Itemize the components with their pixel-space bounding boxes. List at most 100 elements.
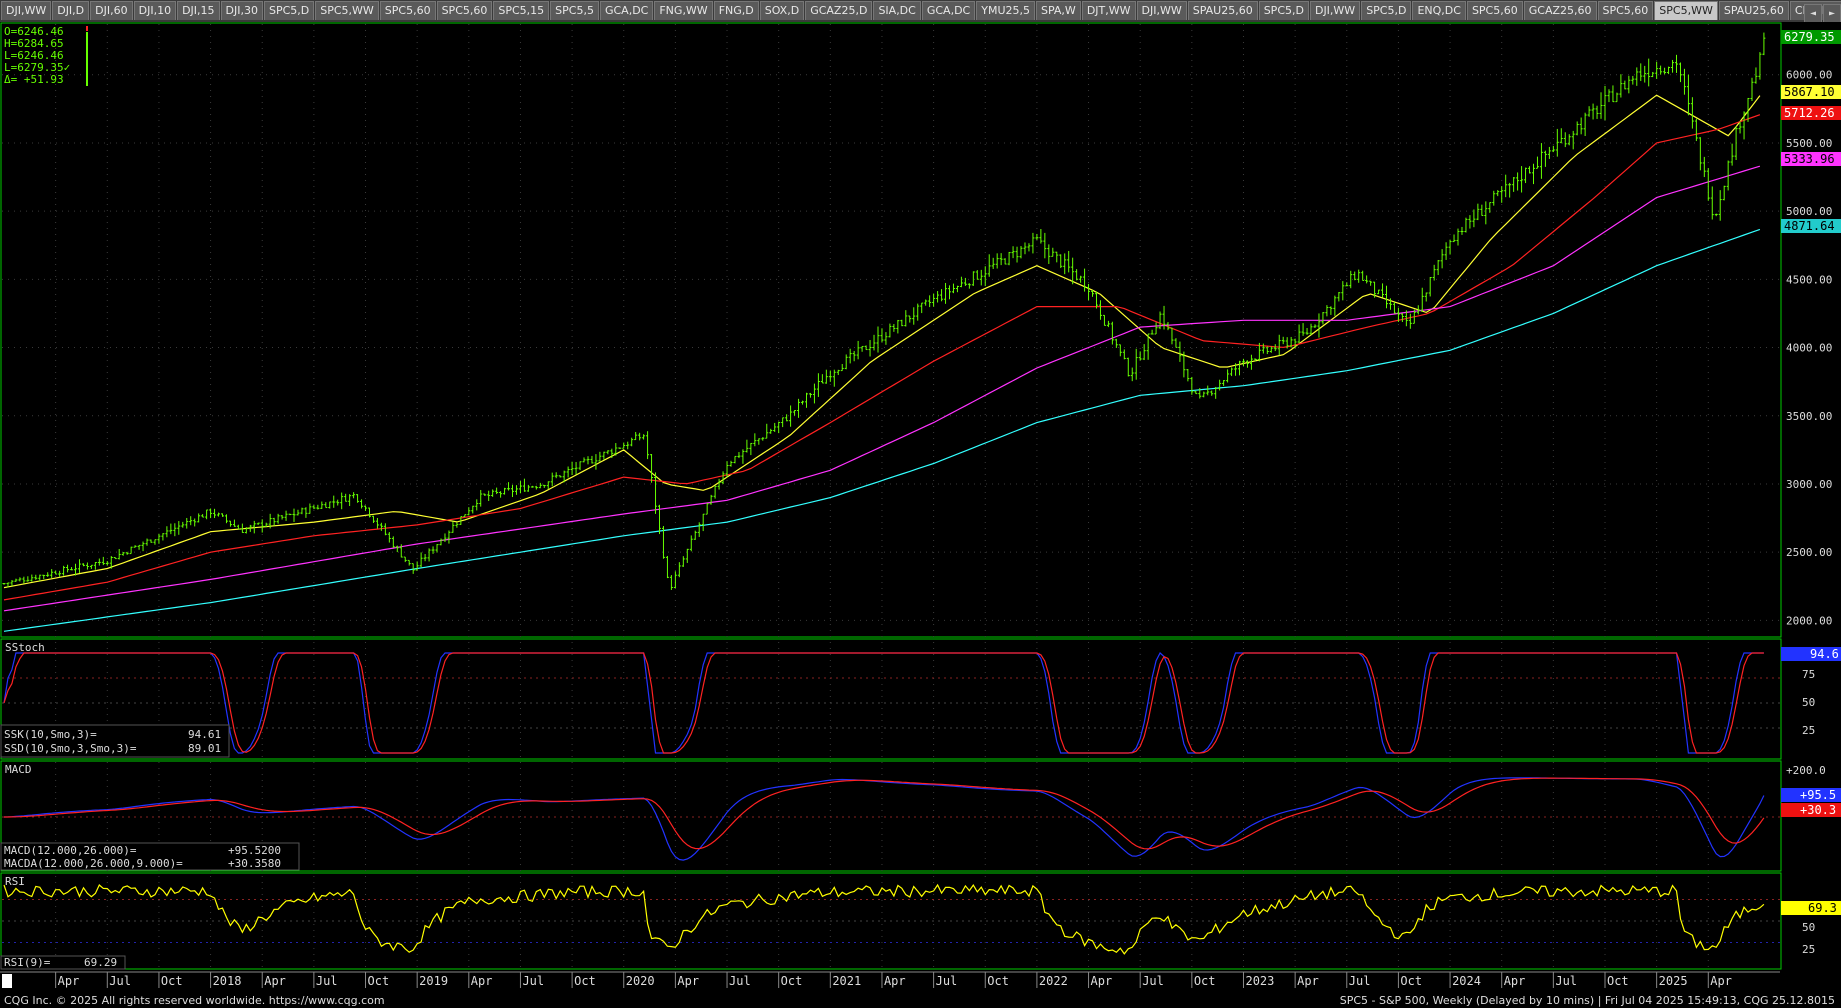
tab-17[interactable]: SIA,DC: [873, 1, 921, 20]
time-axis-label: Oct: [574, 974, 596, 988]
time-axis-label: 2020: [626, 974, 655, 988]
badge-ma3: 5333.96: [1784, 152, 1835, 166]
rsi-axis-50: 50: [1802, 921, 1815, 934]
price-chart[interactable]: 6000.00 5500.00 5000.00 4500.00 4000.00 3500.…: [0, 22, 1841, 994]
tab-3[interactable]: DJI,10: [133, 1, 177, 20]
time-axis-label: Apr: [1710, 974, 1732, 988]
tab-31[interactable]: SPC5,WW: [1654, 1, 1718, 20]
time-axis-label: Apr: [677, 974, 699, 988]
time-axis-label: Jul: [936, 974, 958, 988]
tab-13[interactable]: FNG,WW: [654, 1, 713, 20]
time-axis-label: Oct: [1607, 974, 1629, 988]
time-axis-label: Apr: [58, 974, 80, 988]
time-axis-label: Jul: [1349, 974, 1371, 988]
tab-1[interactable]: DJI,D: [52, 1, 90, 20]
badge-ma4: 4871.64: [1784, 219, 1835, 233]
time-axis-label: Apr: [471, 974, 493, 988]
tab-scroll-controls: ◄ ►: [1803, 1, 1841, 22]
time-axis-label: 2024: [1452, 974, 1481, 988]
ssd-value: 89.01: [188, 742, 221, 755]
tab-2[interactable]: DJI,60: [90, 1, 133, 20]
tab-22[interactable]: DJI,WW: [1136, 1, 1187, 20]
ssk-label: SSK(10,Smo,3)=: [4, 728, 97, 741]
tab-28[interactable]: SPC5,60: [1466, 1, 1523, 20]
time-axis-label: 2021: [832, 974, 861, 988]
time-axis-label: Oct: [161, 974, 183, 988]
tab-7[interactable]: SPC5,WW: [315, 1, 379, 20]
sstoch-axis-25: 25: [1802, 724, 1815, 737]
rsi-badge: 69.3: [1808, 901, 1837, 915]
tab-5[interactable]: DJI,30: [220, 1, 263, 20]
tab-23[interactable]: SPAU25,60: [1187, 1, 1258, 20]
status-footer: CQG Inc. © 2025 All rights reserved worl…: [0, 994, 1841, 1008]
time-axis-label: Jul: [1555, 974, 1577, 988]
tab-9[interactable]: SPC5,60: [436, 1, 493, 20]
tab-32[interactable]: SPAU25,60: [1718, 1, 1789, 20]
tab-14[interactable]: FNG,D: [713, 1, 759, 20]
tab-30[interactable]: SPC5,60: [1597, 1, 1654, 20]
chart-tab-bar: DJI,WW DJI,D DJI,60 DJI,10 DJI,15 DJI,30 SPC5,…: [0, 0, 1841, 23]
price-axis-label: 3500.00: [1786, 410, 1832, 423]
price-axis-label: 3000.00: [1786, 478, 1832, 491]
time-axis-label: 2018: [213, 974, 242, 988]
time-axis-label: 2022: [1039, 974, 1068, 988]
macda-value: +30.3580: [228, 857, 281, 870]
ssk-value: 94.61: [188, 728, 221, 741]
time-axis-label: Apr: [1091, 974, 1113, 988]
tab-16[interactable]: GCAZ25,D: [805, 1, 873, 20]
macd-badge-2: +30.3: [1800, 803, 1836, 817]
ohlc-delta: Δ= +51.93: [4, 73, 64, 86]
ssd-label: SSD(10,Smo,3,Smo,3)=: [4, 742, 137, 755]
tab-21[interactable]: DJT,WW: [1081, 1, 1136, 20]
price-axis-label: 4500.00: [1786, 273, 1832, 286]
time-axis-label: Jul: [522, 974, 544, 988]
badge-last: 6279.35: [1784, 30, 1835, 44]
tab-18[interactable]: GCA,DC: [921, 1, 976, 20]
time-axis-label: Jul: [1142, 974, 1164, 988]
time-axis-label: Jul: [729, 974, 751, 988]
rsi-value: 69.29: [84, 956, 117, 969]
badge-ma1: 5867.10: [1784, 85, 1835, 99]
price-axis-label: 2500.00: [1786, 546, 1832, 559]
tab-0[interactable]: DJI,WW: [1, 1, 52, 20]
tab-19[interactable]: YMU25,5: [976, 1, 1035, 20]
tab-15[interactable]: SOX,D: [759, 1, 805, 20]
tab-10[interactable]: SPC5,15: [493, 1, 550, 20]
tab-8[interactable]: SPC5,60: [379, 1, 436, 20]
macd-axis-200: +200.0: [1786, 764, 1826, 777]
macd-label: MACD(12.000,26.000)=: [4, 844, 137, 857]
macd-value: +95.5200: [228, 844, 281, 857]
time-axis-label: Apr: [884, 974, 906, 988]
tab-4[interactable]: DJI,15: [177, 1, 220, 20]
sstoch-axis-50: 50: [1802, 696, 1815, 709]
time-axis-label: 2025: [1659, 974, 1688, 988]
tab-11[interactable]: SPC5,5: [550, 1, 599, 20]
time-axis-label: Apr: [1504, 974, 1526, 988]
badge-ma2: 5712.26: [1784, 106, 1835, 120]
rsi-label: RSI(9)=: [4, 956, 51, 969]
tab-25[interactable]: DJI,WW: [1309, 1, 1361, 20]
tab-26[interactable]: SPC5,D: [1361, 1, 1412, 20]
price-axis-label: 5500.00: [1786, 137, 1832, 150]
time-axis-label: Oct: [987, 974, 1009, 988]
time-axis-label: 2023: [1245, 974, 1274, 988]
scroll-handle[interactable]: [2, 974, 12, 988]
time-axis-label: Oct: [368, 974, 390, 988]
tab-24[interactable]: SPC5,D: [1258, 1, 1309, 20]
macd-badge-1: +95.5: [1800, 788, 1836, 802]
tab-20[interactable]: SPA,W: [1036, 1, 1081, 20]
time-axis-label: Apr: [264, 974, 286, 988]
macd-title: MACD: [5, 763, 32, 776]
price-axis-label: 4000.00: [1786, 342, 1832, 355]
rsi-axis-25: 25: [1802, 943, 1815, 956]
time-axis-label: 2019: [419, 974, 448, 988]
tab-12[interactable]: GCA,DC: [599, 1, 654, 20]
time-axis-label: Oct: [1194, 974, 1216, 988]
tab-27[interactable]: ENQ,DC: [1412, 1, 1466, 20]
tab-scroll-right-button[interactable]: ►: [1823, 4, 1841, 22]
rsi-title: RSI: [5, 875, 25, 888]
tab-6[interactable]: SPC5,D: [263, 1, 315, 20]
time-axis-label: Jul: [316, 974, 338, 988]
tab-scroll-left-button[interactable]: ◄: [1804, 4, 1822, 22]
tab-29[interactable]: GCAZ25,60: [1523, 1, 1597, 20]
